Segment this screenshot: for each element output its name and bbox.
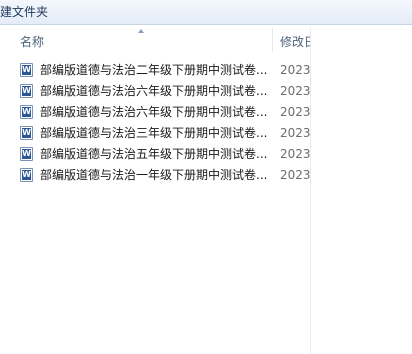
file-date: 2023,: [280, 168, 310, 182]
sort-ascending-icon: [138, 29, 144, 33]
word-document-icon: W: [20, 147, 33, 161]
word-document-icon: W: [20, 63, 33, 77]
column-header-name-label: 名称: [20, 35, 45, 49]
file-name: 部编版道德与法治六年级下册期中测试卷...: [40, 84, 268, 98]
column-header-row: 名称 修改日: [0, 28, 412, 52]
file-row[interactable]: W 部编版道德与法治三年级下册期中测试卷... 2023,: [18, 123, 310, 144]
file-name: 部编版道德与法治一年级下册期中测试卷...: [40, 168, 268, 182]
file-row[interactable]: W 部编版道德与法治五年级下册期中测试卷... 2023,: [18, 144, 310, 165]
column-header-name[interactable]: 名称: [12, 28, 273, 52]
file-date: 2023,: [280, 105, 310, 119]
file-list: W 部编版道德与法治二年级下册期中测试卷... 2023, W 部编版道德与法治…: [18, 60, 310, 186]
word-document-icon: W: [20, 126, 33, 140]
file-name: 部编版道德与法治五年级下册期中测试卷...: [40, 147, 268, 161]
file-name: 部编版道德与法治六年级下册期中测试卷...: [40, 105, 268, 119]
file-row[interactable]: W 部编版道德与法治六年级下册期中测试卷... 2023,: [18, 81, 310, 102]
word-document-icon: W: [20, 168, 33, 182]
file-date: 2023,: [280, 84, 310, 98]
column-header-date-modified[interactable]: 修改日: [273, 28, 310, 52]
file-date: 2023,: [280, 63, 310, 77]
new-folder-button[interactable]: 建文件夹: [0, 3, 52, 21]
file-row[interactable]: W 部编版道德与法治二年级下册期中测试卷... 2023,: [18, 60, 310, 81]
explorer-window: 建文件夹 名称 修改日 W 部编版道德与法治二年级下册期中测试卷... 2023…: [0, 0, 412, 354]
word-document-icon: W: [20, 84, 33, 98]
file-row[interactable]: W 部编版道德与法治六年级下册期中测试卷... 2023,: [18, 102, 310, 123]
file-date: 2023,: [280, 147, 310, 161]
column-divider: [310, 28, 311, 354]
file-name: 部编版道德与法治三年级下册期中测试卷...: [40, 126, 268, 140]
file-row[interactable]: W 部编版道德与法治一年级下册期中测试卷... 2023,: [18, 165, 310, 186]
file-date: 2023,: [280, 126, 310, 140]
word-document-icon: W: [20, 105, 33, 119]
command-bar: 建文件夹: [0, 0, 412, 25]
file-name: 部编版道德与法治二年级下册期中测试卷...: [40, 63, 268, 77]
column-header-date-label: 修改日: [280, 35, 310, 49]
